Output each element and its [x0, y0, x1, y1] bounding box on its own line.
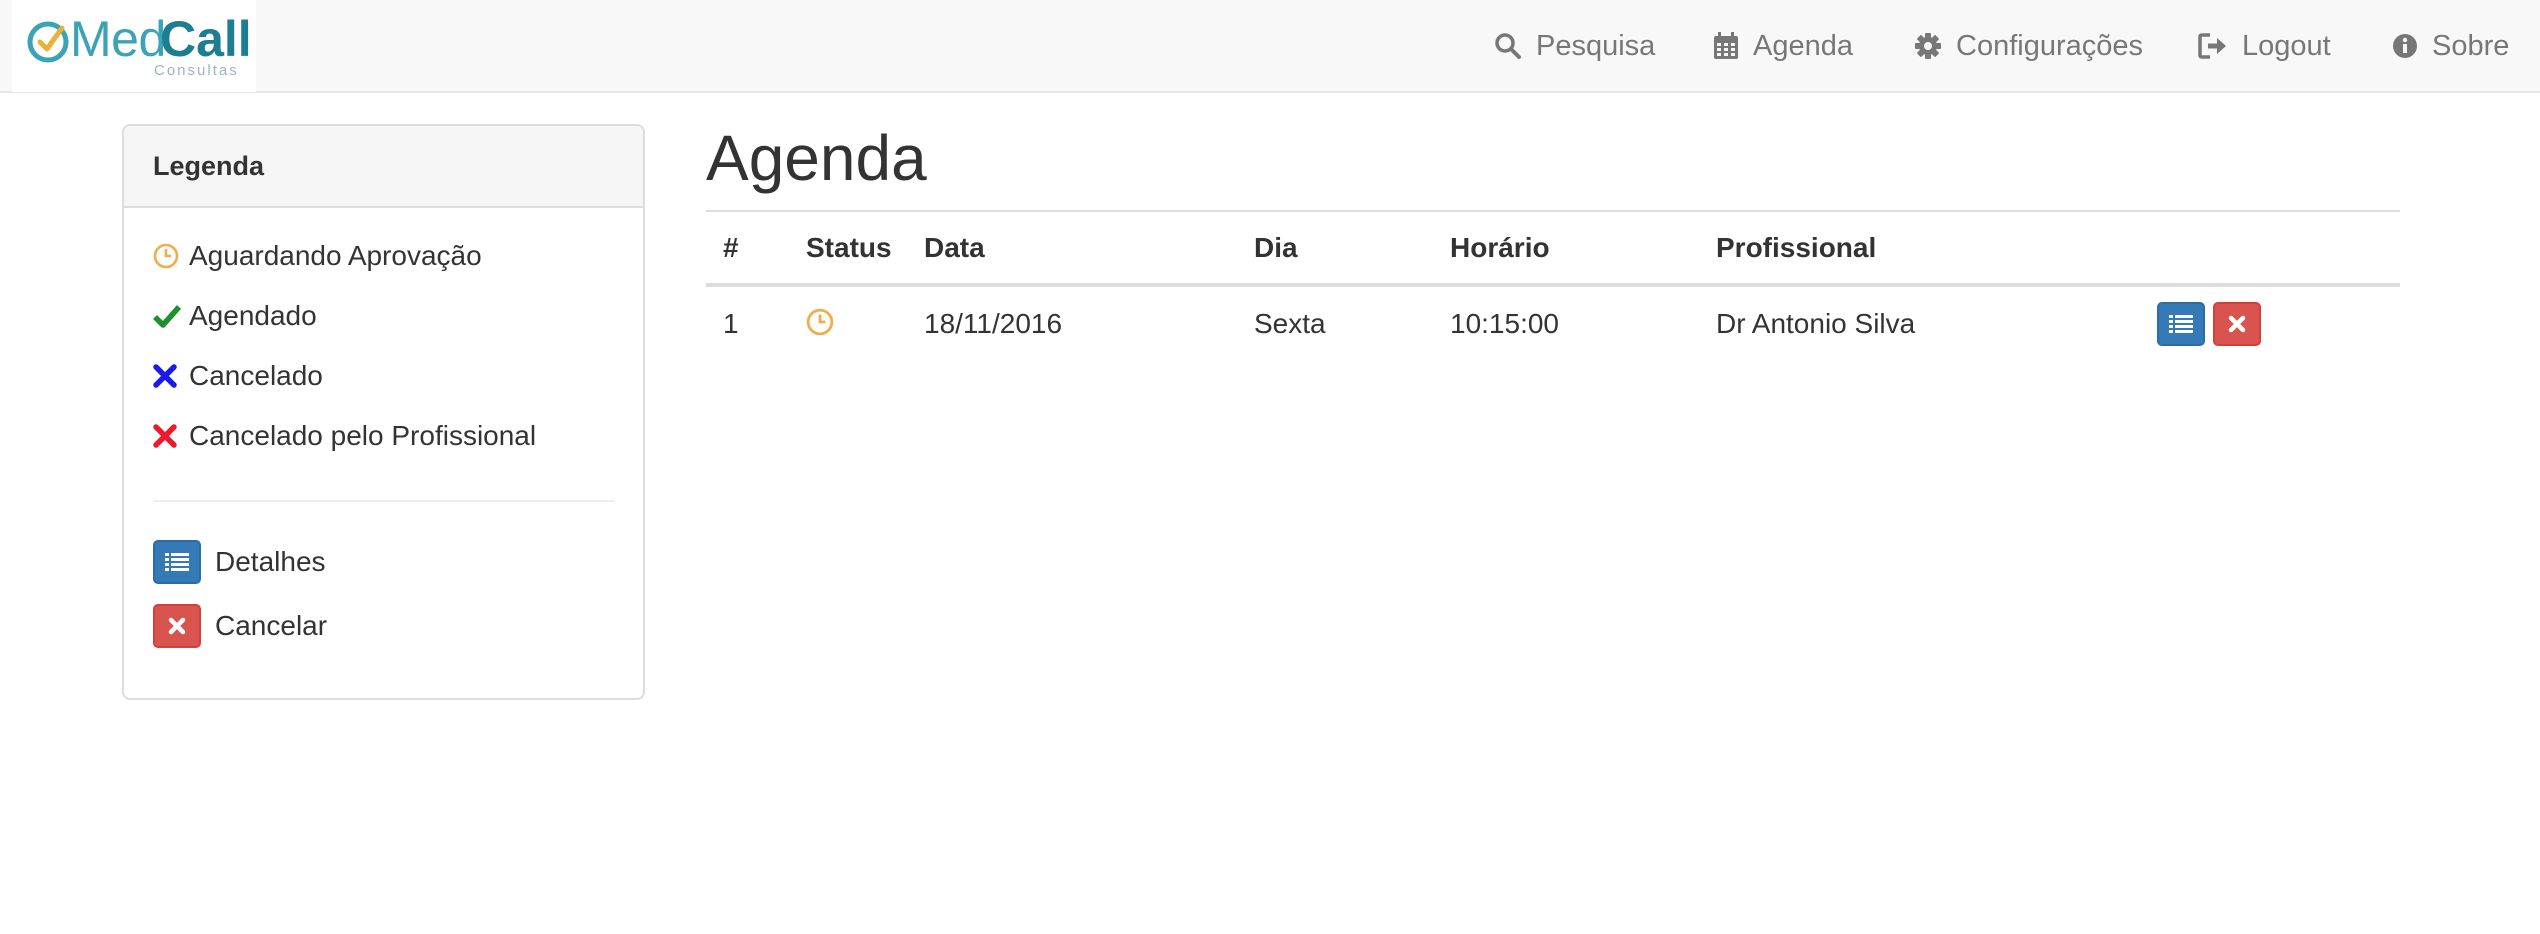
- nav-label: Sobre: [2432, 29, 2510, 62]
- nav-item-configuracoes[interactable]: Configurações: [1914, 26, 2143, 66]
- logout-icon: [2198, 33, 2226, 59]
- nav-item-agenda[interactable]: Agenda: [1713, 26, 1853, 66]
- cell-dia: Sexta: [1254, 308, 1326, 339]
- legend-panel: Legenda Aguardando Aprovação Agendado Ca…: [122, 124, 645, 700]
- list-icon: [2169, 315, 2193, 333]
- x-icon: [153, 424, 183, 448]
- table-header-border: [706, 283, 2400, 287]
- brand-logo[interactable]: Med Call Consultas: [12, 0, 256, 92]
- cell-data: 18/11/2016: [924, 308, 1063, 339]
- brand-call: Call: [160, 11, 252, 67]
- legend-title: Legenda: [124, 126, 643, 208]
- legend-item-cancelado-profissional: Cancelado pelo Profissional: [153, 420, 536, 452]
- column-header-dia: Dia: [1254, 232, 1298, 263]
- clock-check-logo-icon: [27, 21, 69, 63]
- legend-action-label: Cancelar: [215, 610, 328, 641]
- nav-label: Pesquisa: [1536, 29, 1656, 62]
- check-icon: [153, 304, 183, 328]
- cell-profissional: Dr Antonio Silva: [1716, 308, 1916, 339]
- legend-item-label: Cancelado pelo Profissional: [189, 420, 537, 451]
- gear-icon: [1915, 33, 1941, 59]
- column-header-horario: Horário: [1450, 232, 1550, 263]
- legend-item-label: Agendado: [189, 300, 317, 331]
- details-button[interactable]: [2157, 302, 2205, 346]
- legend-action-label: Detalhes: [215, 546, 326, 577]
- nav-label: Configurações: [1956, 29, 2143, 62]
- list-icon: [165, 553, 189, 571]
- x-icon: [153, 364, 183, 388]
- legend-action-cancelar: Cancelar: [153, 604, 327, 648]
- navbar: Med Call Consultas Pesquisa Agenda Confi…: [0, 0, 2540, 93]
- legend-divider: [153, 500, 615, 502]
- legend-item-agendado: Agendado: [153, 300, 317, 332]
- nav-item-logout[interactable]: Logout: [2198, 26, 2331, 66]
- legend-item-aguardando: Aguardando Aprovação: [153, 240, 482, 272]
- cell-number: 1: [723, 308, 739, 339]
- column-header-number: #: [723, 232, 739, 263]
- brand-sub: Consultas: [154, 62, 239, 79]
- search-icon: [1495, 33, 1521, 59]
- brand-med: Med: [70, 11, 166, 67]
- info-icon: [2393, 34, 2417, 58]
- cell-horario: 10:15:00: [1450, 308, 1559, 339]
- cancel-button[interactable]: [2213, 302, 2261, 346]
- clock-icon: [806, 308, 834, 343]
- nav-item-sobre[interactable]: Sobre: [2392, 26, 2509, 66]
- cancel-button-sample: [153, 604, 201, 648]
- details-button-sample: [153, 540, 201, 584]
- legend-action-detalhes: Detalhes: [153, 540, 326, 584]
- nav-label: Logout: [2242, 29, 2331, 62]
- x-icon: [2228, 315, 2246, 333]
- calendar-icon: [1714, 32, 1738, 59]
- x-icon: [168, 617, 186, 635]
- nav-item-pesquisa[interactable]: Pesquisa: [1494, 26, 1655, 66]
- legend-item-label: Cancelado: [189, 360, 323, 391]
- column-header-profissional: Profissional: [1716, 232, 1877, 263]
- legend-item-label: Aguardando Aprovação: [189, 240, 482, 271]
- page-title: Agenda: [706, 122, 927, 194]
- nav-label: Agenda: [1753, 29, 1853, 62]
- column-header-data: Data: [924, 232, 985, 263]
- table-top-border: [706, 210, 2400, 212]
- legend-item-cancelado: Cancelado: [153, 360, 323, 392]
- clock-icon: [153, 243, 183, 269]
- column-header-status: Status: [806, 232, 892, 263]
